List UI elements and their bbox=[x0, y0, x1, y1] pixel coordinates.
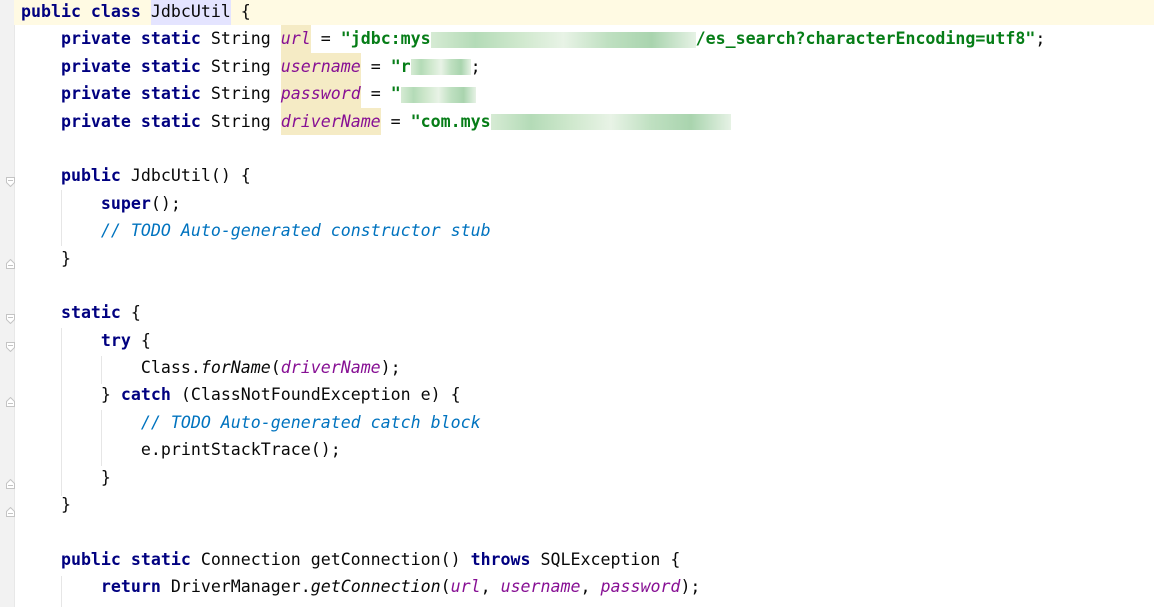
code-token: } bbox=[21, 385, 121, 405]
keyword-token: super bbox=[21, 193, 151, 213]
field-token: driverName bbox=[280, 107, 381, 135]
code-token: = bbox=[360, 84, 391, 104]
code-token: String bbox=[210, 84, 281, 104]
comment-token: // bbox=[21, 221, 131, 241]
code-line[interactable] bbox=[21, 272, 1154, 299]
field-token: password bbox=[600, 577, 681, 597]
code-line[interactable] bbox=[21, 135, 1154, 162]
code-line[interactable]: private static String url = "jdbc:mys/es… bbox=[21, 25, 1154, 53]
code-line[interactable]: public JdbcUtil() { bbox=[21, 162, 1154, 189]
code-token: (ClassNotFoundException e) { bbox=[180, 385, 461, 405]
code-line[interactable]: Class.forName(driverName); bbox=[21, 354, 1154, 381]
keyword-token: static bbox=[21, 303, 131, 323]
code-token: e.printStackTrace(); bbox=[21, 440, 341, 460]
code-line[interactable]: return DriverManager.getConnection(url, … bbox=[21, 573, 1154, 600]
code-token: String bbox=[210, 29, 281, 49]
field-token: username bbox=[500, 577, 581, 597]
code-token: , bbox=[580, 577, 601, 597]
code-token: = bbox=[310, 29, 341, 49]
code-token: String bbox=[210, 111, 281, 131]
code-editor[interactable]: public class JdbcUtil { private static S… bbox=[14, 0, 1154, 601]
keyword-token: public class bbox=[21, 2, 151, 21]
fold-start-icon[interactable] bbox=[6, 337, 15, 353]
code-token: DriverManager. bbox=[170, 577, 311, 597]
code-token: } bbox=[21, 467, 111, 487]
comment-token: TODO Auto-generated constructor stub bbox=[130, 221, 491, 241]
code-token: } bbox=[21, 248, 71, 268]
redacted-region bbox=[410, 59, 471, 76]
code-line[interactable]: } catch (ClassNotFoundException e) { bbox=[21, 381, 1154, 408]
code-line[interactable]: // TODO Auto-generated catch block bbox=[21, 409, 1154, 436]
code-line[interactable]: } bbox=[21, 245, 1154, 272]
fold-start-icon[interactable] bbox=[6, 309, 15, 325]
fold-end-icon[interactable] bbox=[6, 474, 15, 489]
string-token: /es_search?characterEncoding=utf8" bbox=[695, 29, 1036, 49]
keyword-token: private static bbox=[21, 29, 211, 49]
field-token: url bbox=[450, 577, 481, 597]
code-line[interactable]: try { bbox=[21, 327, 1154, 354]
code-line[interactable]: } bbox=[21, 491, 1154, 518]
keyword-token: private static bbox=[21, 84, 211, 104]
redacted-region bbox=[400, 86, 476, 103]
string-token: " bbox=[390, 84, 401, 104]
string-token: "com.mys bbox=[410, 111, 491, 131]
fold-end-icon[interactable] bbox=[6, 254, 15, 269]
code-line[interactable]: private static String password = " bbox=[21, 80, 1154, 108]
fold-end-icon[interactable] bbox=[6, 392, 15, 407]
code-token: ( bbox=[440, 577, 451, 597]
keyword-token: try bbox=[21, 330, 141, 350]
code-token: JdbcUtil() { bbox=[130, 166, 251, 186]
comment-token: // bbox=[21, 412, 171, 432]
code-token: = bbox=[360, 56, 391, 76]
code-line[interactable]: super(); bbox=[21, 190, 1154, 217]
code-token: Class. bbox=[21, 358, 201, 378]
field-token: username bbox=[280, 52, 361, 81]
code-token: getConnection bbox=[310, 577, 441, 597]
field-token: url bbox=[280, 25, 311, 53]
keyword-token: catch bbox=[120, 385, 181, 405]
fold-start-icon[interactable] bbox=[6, 172, 15, 188]
keyword-token: public static bbox=[21, 549, 201, 569]
code-line[interactable]: public static Connection getConnection()… bbox=[21, 546, 1154, 573]
code-token: = bbox=[380, 111, 411, 131]
code-token: Connection getConnection() bbox=[200, 549, 471, 569]
code-line[interactable]: } bbox=[21, 464, 1154, 491]
code-token: { bbox=[230, 2, 251, 21]
code-token: { bbox=[130, 303, 141, 323]
code-token: } bbox=[21, 495, 71, 515]
code-token: forName bbox=[200, 358, 271, 378]
code-token: String bbox=[210, 56, 281, 76]
code-line[interactable]: private static String driverName = "com.… bbox=[21, 107, 1154, 135]
keyword-token: return bbox=[21, 577, 171, 597]
code-token: ); bbox=[680, 577, 701, 597]
string-token: "jdbc:mys bbox=[340, 29, 431, 49]
code-line[interactable]: static { bbox=[21, 299, 1154, 326]
code-token: ; bbox=[470, 56, 481, 76]
field-token: password bbox=[280, 80, 361, 108]
keyword-token: private static bbox=[21, 111, 211, 131]
code-line[interactable]: private static String username = "r; bbox=[21, 52, 1154, 81]
fold-end-icon[interactable] bbox=[6, 502, 15, 517]
code-token: ( bbox=[270, 358, 281, 378]
code-token: ); bbox=[380, 358, 401, 378]
field-token: driverName bbox=[280, 358, 381, 378]
keyword-token: public bbox=[21, 166, 131, 186]
code-line[interactable] bbox=[21, 518, 1154, 545]
code-token: JdbcUtil bbox=[150, 0, 231, 26]
redacted-region bbox=[490, 114, 731, 131]
keyword-token: private static bbox=[21, 56, 211, 76]
code-token: , bbox=[480, 577, 501, 597]
code-token: (); bbox=[150, 193, 181, 213]
code-token: { bbox=[140, 330, 151, 350]
code-line[interactable]: e.printStackTrace(); bbox=[21, 436, 1154, 463]
code-token: SQLException { bbox=[540, 549, 681, 569]
code-token: ; bbox=[1035, 29, 1046, 49]
code-line[interactable]: // TODO Auto-generated constructor stub bbox=[21, 217, 1154, 244]
redacted-region bbox=[430, 31, 696, 48]
keyword-token: throws bbox=[470, 549, 541, 569]
string-token: "r bbox=[390, 56, 411, 76]
code-line[interactable]: public class JdbcUtil { bbox=[14, 0, 1154, 26]
comment-token: TODO Auto-generated catch block bbox=[170, 412, 481, 432]
